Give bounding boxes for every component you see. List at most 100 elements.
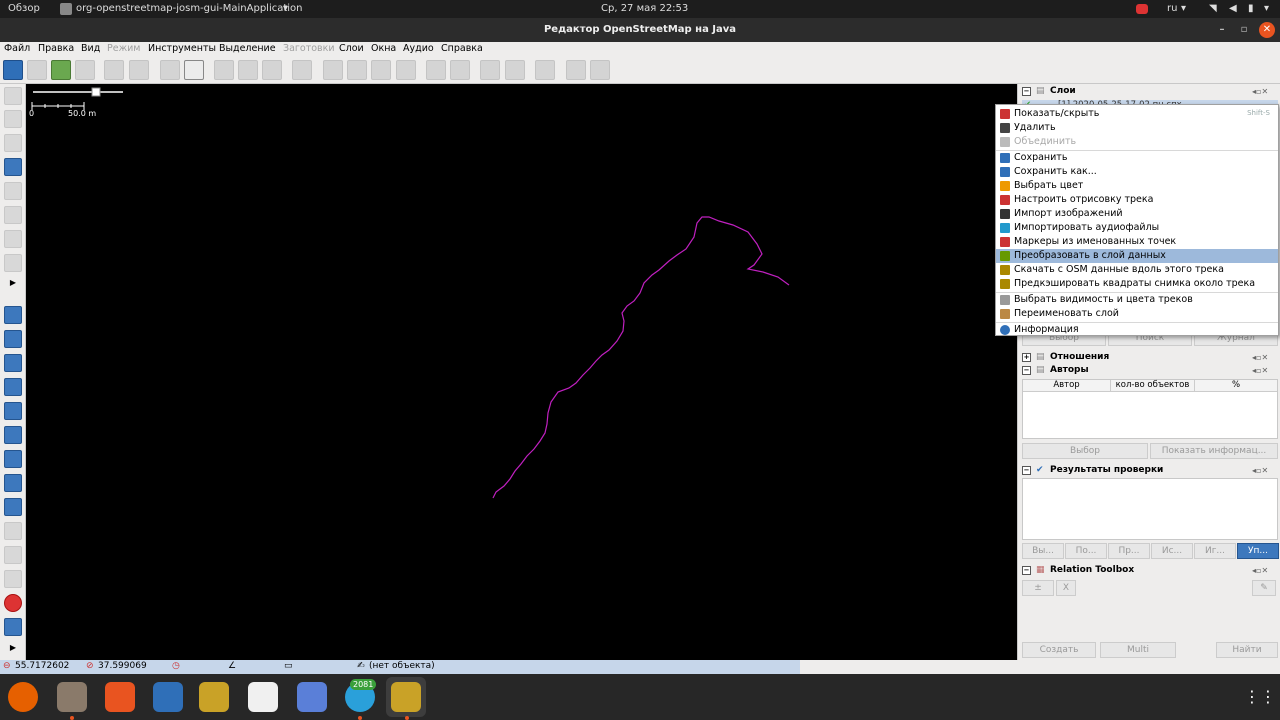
- context-menu-item[interactable]: Сохранить как...: [996, 165, 1278, 179]
- map-view[interactable]: 0 50.0 m: [26, 84, 1017, 660]
- layers-panel-header[interactable]: − ▤ Слои ◂▫✕: [1022, 86, 1278, 98]
- select-mode-icon[interactable]: [4, 87, 22, 105]
- expand-toggle[interactable]: +: [1022, 353, 1031, 362]
- menu-item[interactable]: Справка: [441, 43, 483, 54]
- authors-panel-header[interactable]: − ▤ Авторы ◂▫✕: [1022, 365, 1278, 377]
- image-icon[interactable]: [4, 426, 22, 444]
- split-way-icon[interactable]: [214, 60, 234, 80]
- preset-restaurant-icon[interactable]: [505, 60, 525, 80]
- edit-pencil-icon[interactable]: ✎: [1252, 580, 1276, 596]
- panel-controls-icon[interactable]: ◂▫✕: [1252, 366, 1274, 375]
- collapse-toggle[interactable]: −: [1022, 466, 1031, 475]
- screenshot-icon[interactable]: [297, 682, 327, 712]
- preset-bus-icon[interactable]: [450, 60, 470, 80]
- relations-panel-header[interactable]: + ▤ Отношения ◂▫✕: [1022, 352, 1278, 364]
- menu-item[interactable]: Инструменты: [148, 43, 216, 54]
- validation-button[interactable]: Ис...: [1151, 543, 1193, 559]
- menu-item[interactable]: Слои: [339, 43, 364, 54]
- minimize-button[interactable]: –: [1214, 22, 1230, 38]
- context-menu-item[interactable]: Удалить: [996, 121, 1278, 135]
- parallel-icon[interactable]: [4, 206, 22, 224]
- collapse-toggle[interactable]: −: [1022, 366, 1031, 375]
- properties-icon[interactable]: [4, 570, 22, 588]
- panel-controls-icon[interactable]: ◂▫✕: [1252, 353, 1274, 362]
- validation-results[interactable]: [1022, 478, 1278, 540]
- files-icon[interactable]: [57, 682, 87, 712]
- upload-icon[interactable]: [75, 60, 95, 80]
- context-menu-item[interactable]: Преобразовать в слой данных: [996, 249, 1278, 263]
- collapse-toggle[interactable]: −: [1022, 87, 1031, 96]
- context-menu-item[interactable]: Предкэшировать квадраты снимка около тре…: [996, 277, 1278, 291]
- sort-button[interactable]: ±: [1022, 580, 1054, 596]
- menu-item[interactable]: Окна: [371, 43, 396, 54]
- multi-button[interactable]: Multi: [1100, 642, 1176, 658]
- text-editor-icon[interactable]: [248, 682, 278, 712]
- toolbox-icon[interactable]: [4, 546, 22, 564]
- menu-item[interactable]: Файл: [4, 43, 30, 54]
- map-canvas[interactable]: [26, 84, 1017, 660]
- validation-button[interactable]: Пр...: [1108, 543, 1150, 559]
- find-button[interactable]: Найти: [1216, 642, 1278, 658]
- menu-item[interactable]: Аудио: [403, 43, 434, 54]
- josm-icon[interactable]: [199, 682, 229, 712]
- context-menu-item[interactable]: Импортировать аудиофайлы: [996, 221, 1278, 235]
- layers-icon[interactable]: [4, 306, 22, 324]
- preset-building-icon[interactable]: [323, 60, 343, 80]
- app-grid-icon[interactable]: ⋮⋮: [1244, 686, 1276, 708]
- panel-controls-icon[interactable]: ◂▫✕: [1252, 566, 1274, 575]
- conflict-icon[interactable]: [4, 450, 22, 468]
- commands-icon[interactable]: [4, 402, 22, 420]
- menu-item[interactable]: Режим: [107, 43, 140, 54]
- panel-controls-icon[interactable]: ◂▫✕: [1252, 466, 1274, 475]
- expand-arrow-icon[interactable]: ▶: [4, 639, 22, 657]
- reverse-way-icon[interactable]: [262, 60, 282, 80]
- preset-industrial-icon[interactable]: [566, 60, 586, 80]
- preferences-icon[interactable]: [184, 60, 204, 80]
- menu-item[interactable]: Выделение: [219, 43, 276, 54]
- context-menu-item[interactable]: Выбрать цвет: [996, 179, 1278, 193]
- clock[interactable]: Ср, 27 мая 22:53: [601, 3, 688, 14]
- context-menu-item[interactable]: Объединить: [996, 135, 1278, 149]
- menu-item[interactable]: Правка: [38, 43, 74, 54]
- selection-list-icon[interactable]: [4, 354, 22, 372]
- tags-icon[interactable]: [4, 330, 22, 348]
- relations-icon[interactable]: [4, 378, 22, 396]
- column-header[interactable]: кол-во объектов: [1111, 380, 1195, 392]
- save-icon[interactable]: [27, 60, 47, 80]
- context-menu-item[interactable]: Скачать с OSM данные вдоль этого трека: [996, 263, 1278, 277]
- validation-button[interactable]: Иг...: [1194, 543, 1236, 559]
- record-icon[interactable]: [1136, 4, 1148, 14]
- context-menu-item[interactable]: Показать/скрыть Shift-S: [996, 107, 1278, 121]
- align-icon[interactable]: [292, 60, 312, 80]
- battery-icon[interactable]: ▮: [1248, 3, 1254, 14]
- collapse-toggle[interactable]: −: [1022, 566, 1031, 575]
- extrude-icon[interactable]: [4, 230, 22, 248]
- wifi-icon[interactable]: ◥: [1209, 3, 1217, 14]
- create-button[interactable]: Создать: [1022, 642, 1096, 658]
- maximize-button[interactable]: ▫: [1236, 22, 1252, 38]
- imagery-icon[interactable]: [4, 618, 22, 636]
- chevron-down-icon[interactable]: ▾: [1264, 3, 1269, 14]
- context-menu-item[interactable]: Настроить отрисовку трека: [996, 193, 1278, 207]
- copy-icon[interactable]: [160, 60, 180, 80]
- download-icon[interactable]: [51, 60, 71, 80]
- language-indicator[interactable]: ru: [1167, 3, 1177, 14]
- validation-button[interactable]: По...: [1065, 543, 1107, 559]
- draw-icon[interactable]: [4, 134, 22, 152]
- chevron-down-icon[interactable]: ▾: [1181, 3, 1186, 14]
- lasso-icon[interactable]: [4, 110, 22, 128]
- app-menu[interactable]: org-openstreetmap-josm-gui-MainApplicati…: [76, 3, 303, 14]
- map-marker-icon[interactable]: [4, 594, 22, 612]
- context-menu-item[interactable]: Импорт изображений: [996, 207, 1278, 221]
- delete-mode-icon[interactable]: [4, 182, 22, 200]
- authors-select-button[interactable]: Выбор: [1022, 443, 1148, 459]
- context-menu-item[interactable]: Переименовать слой: [996, 307, 1278, 321]
- improve-way-icon[interactable]: [4, 254, 22, 272]
- redo-icon[interactable]: [129, 60, 149, 80]
- close-button[interactable]: ✕: [1259, 22, 1275, 38]
- show-info-button[interactable]: Показать информац...: [1150, 443, 1278, 459]
- validator-icon[interactable]: [4, 498, 22, 516]
- panel-controls-icon[interactable]: ◂▫✕: [1252, 87, 1274, 96]
- menu-item[interactable]: Вид: [81, 43, 100, 54]
- expand-arrow-icon[interactable]: ▶: [4, 274, 22, 292]
